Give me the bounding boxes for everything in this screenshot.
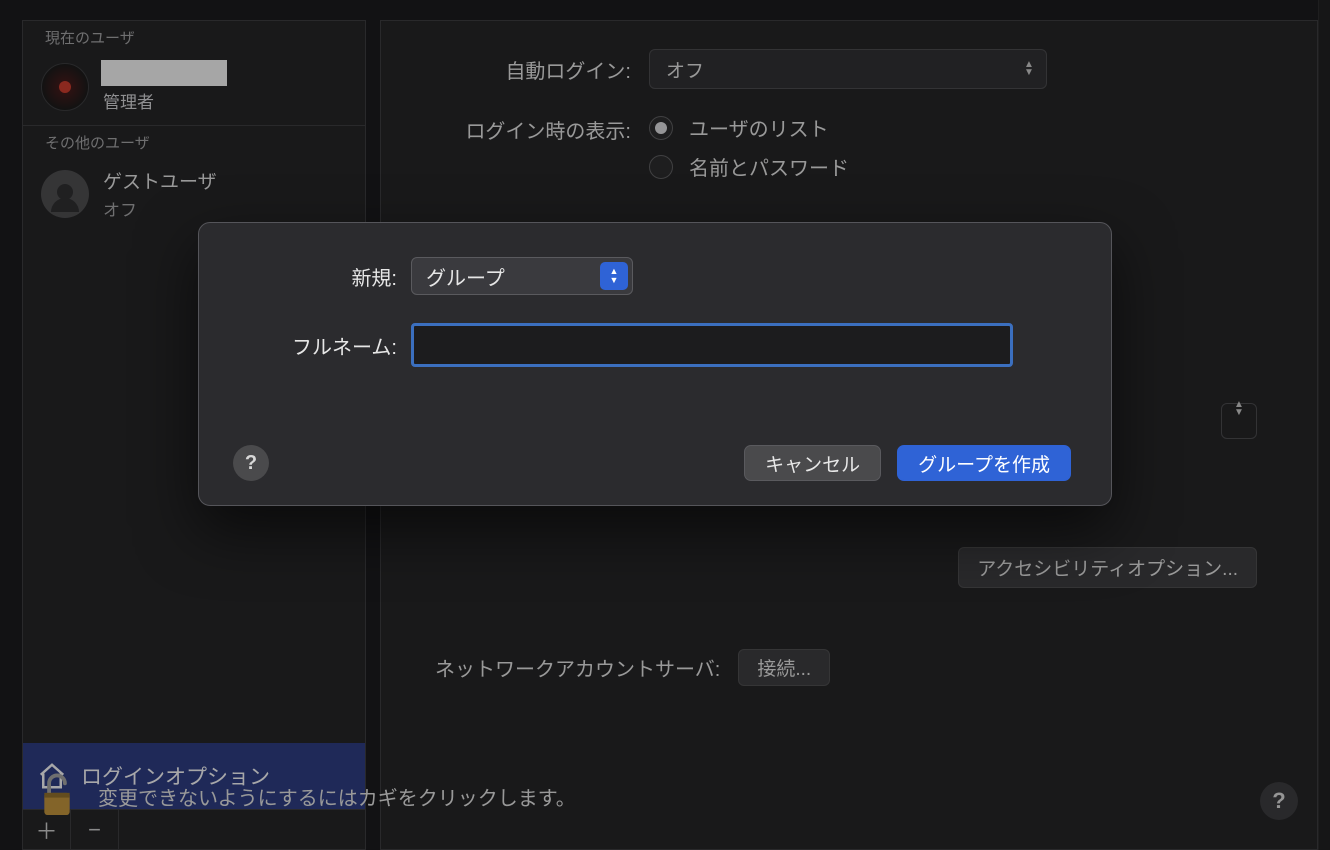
lock-row: 変更できないようにするにはカギをクリックします。 — [38, 770, 1292, 822]
current-user-section-label: 現在のユーザ — [23, 21, 365, 52]
auto-login-label: 自動ログイン: — [435, 55, 631, 84]
user-avatar-icon — [41, 63, 89, 111]
other-users-section-label: その他のユーザ — [23, 126, 365, 157]
login-display-label: ログイン時の表示: — [435, 113, 631, 144]
guest-user-status: オフ — [103, 196, 217, 221]
radio-icon — [649, 155, 673, 179]
help-icon: ? — [245, 452, 257, 475]
cancel-button[interactable]: キャンセル — [744, 445, 881, 481]
updown-icon: ▲▼ — [1230, 397, 1248, 421]
create-group-button[interactable]: グループを作成 — [897, 445, 1071, 481]
network-account-row: ネットワークアカウントサーバ: 接続... — [435, 649, 1257, 686]
new-group-dialog: 新規: グループ フルネーム: ? キャンセル グループを作成 — [198, 222, 1112, 506]
auto-login-select[interactable]: オフ ▲▼ — [649, 49, 1047, 89]
radio-user-list-row[interactable]: ユーザのリスト — [649, 113, 849, 142]
current-user-name-redacted — [101, 60, 227, 86]
new-type-select[interactable]: グループ — [411, 257, 633, 295]
radio-user-list-label: ユーザのリスト — [689, 113, 829, 142]
fullname-label: フルネーム: — [239, 331, 397, 360]
stepper-icon — [600, 262, 628, 290]
current-user-text: 管理者 — [101, 60, 227, 113]
radio-icon — [649, 116, 673, 140]
new-type-value: グループ — [426, 262, 505, 291]
auto-login-value: オフ — [666, 56, 704, 83]
hidden-popup-stub[interactable]: ▲▼ — [1221, 403, 1257, 439]
guest-user-row[interactable]: ゲストユーザ オフ — [23, 157, 365, 231]
connect-button[interactable]: 接続... — [738, 649, 830, 686]
scrollbar[interactable] — [1318, 0, 1330, 850]
lock-text: 変更できないようにするにはカギをクリックします。 — [98, 782, 576, 811]
guest-avatar-icon — [41, 170, 89, 218]
help-icon: ? — [1272, 788, 1285, 814]
current-user-row[interactable]: 管理者 — [23, 52, 365, 125]
unlocked-padlock-icon[interactable] — [38, 770, 76, 822]
fullname-input[interactable] — [411, 323, 1013, 367]
current-user-role: 管理者 — [101, 88, 227, 113]
guest-user-name: ゲストユーザ — [103, 167, 217, 194]
network-account-label: ネットワークアカウントサーバ: — [435, 653, 720, 682]
radio-name-password-row[interactable]: 名前とパスワード — [649, 152, 849, 181]
accessibility-options-button[interactable]: アクセシビリティオプション... — [958, 547, 1257, 588]
help-button[interactable]: ? — [1260, 782, 1298, 820]
updown-icon: ▲▼ — [1020, 57, 1038, 81]
dialog-help-button[interactable]: ? — [233, 445, 269, 481]
new-label: 新規: — [239, 262, 397, 291]
radio-name-password-label: 名前とパスワード — [689, 152, 849, 181]
